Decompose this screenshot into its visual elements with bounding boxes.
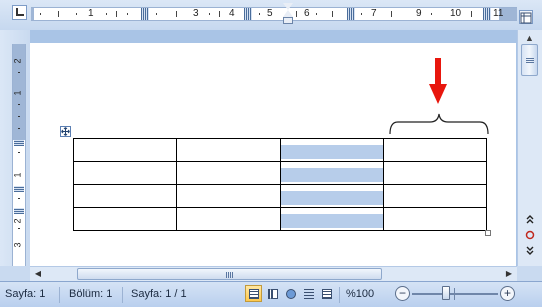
outline-icon	[304, 289, 314, 299]
table-cell[interactable]	[72, 138, 178, 162]
row-marker[interactable]	[14, 186, 24, 192]
column-marker[interactable]	[141, 8, 149, 20]
ruler-number: 4	[229, 8, 235, 19]
page-gap	[30, 30, 516, 43]
scroll-left-button[interactable]: ◀	[30, 267, 46, 281]
column-brace-annotation	[389, 113, 489, 135]
table-cell[interactable]	[72, 184, 178, 208]
full-screen-reading-button[interactable]	[264, 285, 281, 302]
zoom-in-button[interactable]: +	[500, 286, 515, 301]
vertical-scroll-thumb[interactable]	[521, 44, 538, 76]
table-row	[72, 161, 488, 185]
table-cell[interactable]	[176, 207, 281, 231]
table-row	[72, 138, 488, 162]
ruler-number: 5	[267, 8, 273, 19]
ruler-number: 1	[12, 90, 23, 96]
tab-selector-button[interactable]	[12, 5, 27, 20]
selection-highlight	[280, 144, 383, 159]
previous-page-button[interactable]	[520, 214, 539, 228]
indent-marker[interactable]	[283, 3, 293, 25]
section-status[interactable]: Bölüm: 1	[69, 288, 112, 300]
web-layout-button[interactable]	[282, 285, 299, 302]
table-cell[interactable]	[176, 161, 281, 185]
web-layout-icon	[286, 289, 296, 299]
table-cell-selected[interactable]	[279, 161, 384, 185]
horizontal-ruler[interactable]: 1 3 4 5 6 7 9 10 11	[31, 7, 517, 21]
outline-view-button[interactable]	[300, 285, 317, 302]
ruler-number: 11	[493, 8, 504, 19]
draft-icon	[322, 289, 332, 299]
view-ruler-button[interactable]	[519, 10, 533, 24]
table-cell[interactable]	[382, 207, 488, 231]
page-count-status[interactable]: Sayfa: 1 / 1	[131, 288, 187, 300]
print-layout-icon	[249, 289, 259, 299]
ruler-number: 1	[88, 8, 94, 19]
table-resize-handle[interactable]	[485, 230, 491, 236]
print-layout-view-button[interactable]	[245, 285, 262, 302]
ruler-number: 7	[371, 8, 377, 19]
scroll-up-button[interactable]: ▲	[520, 31, 539, 45]
double-up-icon	[526, 215, 533, 224]
table-cell[interactable]	[72, 161, 178, 185]
table-row	[72, 207, 488, 231]
table-cell[interactable]	[176, 138, 281, 162]
table-cell[interactable]	[72, 207, 178, 231]
ruler-number: 1	[12, 172, 23, 178]
move-icon	[61, 127, 70, 136]
zoom-level[interactable]: %100	[346, 288, 374, 300]
table-cell-selected[interactable]	[279, 207, 384, 231]
horizontal-scrollbar[interactable]: ◀ ▶	[30, 266, 517, 281]
table-cell[interactable]	[382, 161, 488, 185]
table-cell-selected[interactable]	[279, 138, 384, 162]
column-marker[interactable]	[347, 8, 355, 20]
status-bar: Sayfa: 1 Bölüm: 1 Sayfa: 1 / 1 %100 − +	[0, 281, 542, 307]
page-number-status[interactable]: Sayfa: 1	[5, 288, 45, 300]
selection-highlight	[280, 213, 383, 228]
scroll-right-button[interactable]: ▶	[501, 267, 517, 281]
reading-layout-icon	[268, 289, 278, 299]
ruler-number: 6	[304, 8, 310, 19]
zoom-slider-thumb[interactable]	[442, 286, 450, 300]
left-tab-icon	[16, 8, 24, 16]
table-cell-selected[interactable]	[279, 184, 384, 208]
column-marker[interactable]	[483, 8, 491, 20]
table-cell[interactable]	[176, 184, 281, 208]
selection-highlight	[280, 167, 383, 182]
view-ruler-icon	[520, 12, 532, 24]
ruler-number: 2	[12, 218, 23, 224]
ruler-number: 10	[450, 8, 462, 19]
selection-highlight	[280, 190, 383, 205]
table-move-handle[interactable]	[60, 126, 71, 137]
zoom-out-button[interactable]: −	[395, 286, 410, 301]
row-marker[interactable]	[14, 208, 24, 214]
draft-view-button[interactable]	[318, 285, 335, 302]
ruler-number: 3	[193, 8, 199, 19]
document-table[interactable]	[72, 138, 488, 231]
red-arrow-annotation	[429, 58, 447, 104]
table-row	[72, 184, 488, 208]
ruler-number: 2	[12, 58, 23, 64]
browse-object-icon	[525, 230, 534, 240]
next-page-button[interactable]	[520, 246, 539, 260]
row-marker[interactable]	[14, 140, 24, 146]
column-marker[interactable]	[244, 8, 252, 20]
double-down-icon	[526, 246, 533, 255]
vertical-scrollbar[interactable]: ▲	[517, 30, 542, 266]
ruler-number: 3	[12, 242, 23, 248]
horizontal-scroll-thumb[interactable]	[77, 268, 382, 280]
ruler-number: 9	[416, 8, 422, 19]
zoom-slider[interactable]	[412, 293, 498, 295]
vertical-ruler[interactable]: 2 1 1 2 3	[12, 44, 26, 266]
select-browse-object-button[interactable]	[520, 230, 539, 244]
table-cell[interactable]	[382, 138, 488, 162]
table-cell[interactable]	[382, 184, 488, 208]
